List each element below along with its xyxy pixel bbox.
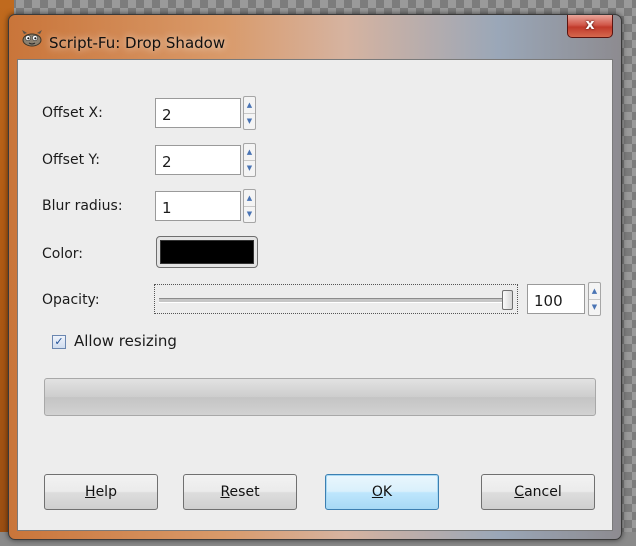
increment-arrow-icon[interactable]: ▲ [589, 283, 600, 300]
help-button[interactable]: Help [44, 474, 158, 510]
offset-x-input[interactable]: 2 [155, 98, 241, 128]
cancel-button[interactable]: Cancel [481, 474, 595, 510]
blur-radius-input[interactable]: 1 [155, 191, 241, 221]
offset-x-stepper[interactable]: ▲ ▼ [243, 96, 256, 130]
slider-track [159, 298, 513, 303]
checkmark-icon: ✓ [54, 335, 64, 348]
opacity-input[interactable]: 100 [527, 284, 585, 314]
offset-y-input[interactable]: 2 [155, 145, 241, 175]
blur-radius-stepper[interactable]: ▲ ▼ [243, 189, 256, 223]
offset-y-stepper[interactable]: ▲ ▼ [243, 143, 256, 177]
allow-resizing-label[interactable]: Allow resizing [74, 332, 177, 350]
dialog-content: Offset X: 2 ▲ ▼ Offset Y: 2 ▲ ▼ Blur rad… [17, 59, 613, 531]
title-bar[interactable]: Script-Fu: Drop Shadow x [9, 15, 621, 59]
reset-button[interactable]: Reset [183, 474, 297, 510]
reset-mnemonic: R [220, 484, 230, 500]
ok-label: K [382, 484, 393, 500]
cancel-mnemonic: C [514, 484, 525, 500]
decrement-arrow-icon[interactable]: ▼ [244, 160, 255, 176]
reset-label: eset [229, 484, 260, 500]
close-icon: x [585, 17, 595, 33]
close-button[interactable]: x [567, 15, 613, 38]
increment-arrow-icon[interactable]: ▲ [244, 144, 255, 161]
increment-arrow-icon[interactable]: ▲ [244, 190, 255, 207]
offset-x-label: Offset X: [42, 105, 103, 121]
opacity-slider[interactable] [154, 284, 518, 314]
opacity-stepper[interactable]: ▲ ▼ [588, 282, 601, 316]
ok-mnemonic: O [371, 484, 383, 500]
slider-handle[interactable] [502, 290, 513, 310]
color-picker-button[interactable] [156, 236, 258, 268]
blur-radius-label: Blur radius: [42, 198, 123, 214]
decrement-arrow-icon[interactable]: ▼ [244, 113, 255, 129]
decrement-arrow-icon[interactable]: ▼ [589, 299, 600, 315]
decrement-arrow-icon[interactable]: ▼ [244, 206, 255, 222]
help-label: elp [95, 484, 117, 500]
opacity-label: Opacity: [42, 292, 100, 308]
cancel-label: ancel [524, 484, 562, 500]
help-mnemonic: H [85, 484, 96, 500]
color-label: Color: [42, 246, 84, 262]
color-swatch [160, 240, 254, 264]
window-title: Script-Fu: Drop Shadow [49, 34, 226, 52]
increment-arrow-icon[interactable]: ▲ [244, 97, 255, 114]
gimp-icon [22, 30, 42, 47]
offset-y-label: Offset Y: [42, 152, 100, 168]
progress-bar [44, 378, 596, 416]
drop-shadow-dialog: Script-Fu: Drop Shadow x Offset X: 2 ▲ ▼… [8, 14, 622, 540]
allow-resizing-checkbox[interactable]: ✓ [52, 335, 66, 349]
ok-button[interactable]: OK [325, 474, 439, 510]
